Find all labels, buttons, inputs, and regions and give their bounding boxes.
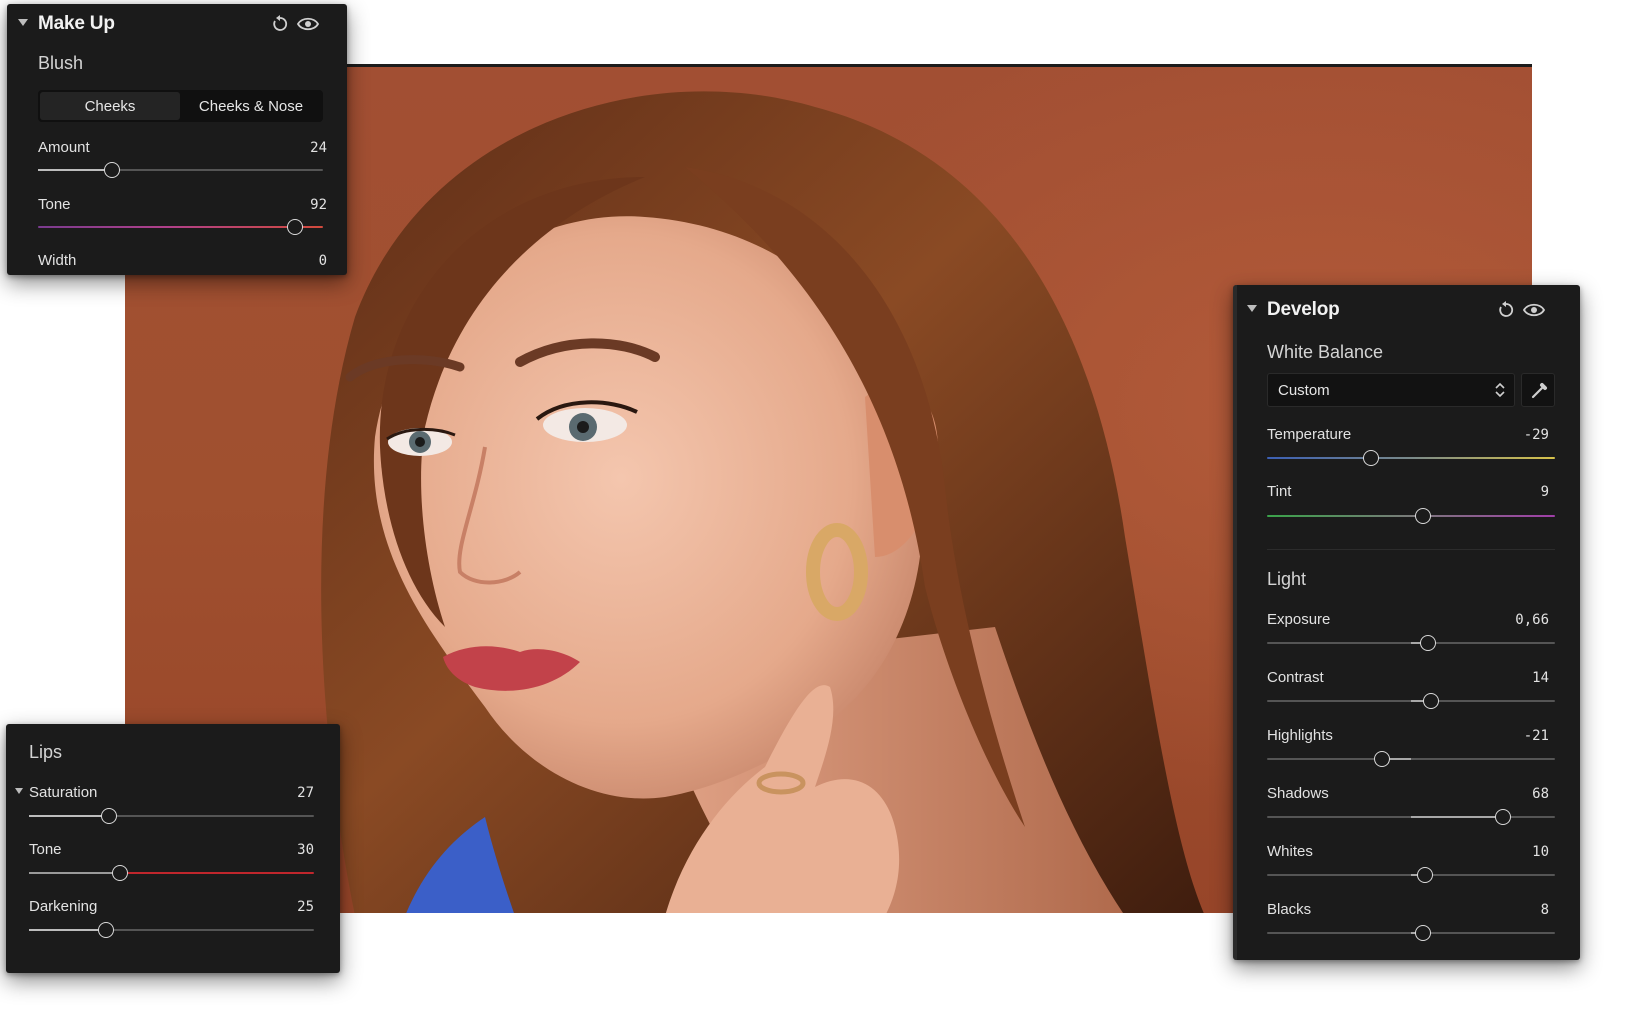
slider-label-highlights: Highlights	[1267, 727, 1333, 744]
slider-thumb[interactable]	[97, 922, 114, 938]
develop-panel: Develop White Balance Custom Temperature…	[1233, 285, 1580, 960]
white-balance-select[interactable]: Custom	[1267, 373, 1515, 407]
slider-label-exposure: Exposure	[1267, 611, 1331, 628]
slider-thumb[interactable]	[286, 219, 303, 235]
slider-thumb[interactable]	[1417, 867, 1434, 883]
section-title-blush: Blush	[38, 53, 84, 73]
slider-value-tint[interactable]: 9	[1541, 484, 1549, 500]
slider-thumb[interactable]	[1374, 751, 1391, 767]
section-divider	[1267, 549, 1555, 550]
slider-fill	[29, 872, 121, 874]
slider-label-blacks: Blacks	[1267, 901, 1312, 918]
slider-value-width[interactable]: 0	[319, 253, 327, 269]
section-title-lips: Lips	[29, 742, 63, 762]
tab-label: Cheeks	[84, 97, 136, 115]
slider-fill	[29, 929, 106, 931]
slider-value-exposure[interactable]: 0,66	[1515, 612, 1549, 628]
slider-label-width: Width	[38, 252, 77, 269]
section-title-white-balance: White Balance	[1267, 342, 1384, 362]
slider-value-saturation[interactable]: 27	[297, 785, 314, 801]
slider-track-highlights[interactable]	[1267, 758, 1555, 760]
slider-label-saturation: Saturation	[29, 784, 98, 801]
slider-value-tone[interactable]: 92	[310, 197, 327, 213]
slider-label-shadows: Shadows	[1267, 785, 1329, 802]
slider-track-tint[interactable]	[1267, 515, 1555, 517]
slider-thumb[interactable]	[1362, 450, 1379, 466]
slider-label-temperature: Temperature	[1267, 426, 1352, 443]
slider-label-contrast: Contrast	[1267, 669, 1324, 686]
eyedropper-button[interactable]	[1521, 373, 1555, 407]
chevron-up-down-icon	[1495, 382, 1505, 398]
makeup-header: Make Up	[7, 4, 347, 44]
slider-value-blacks[interactable]: 8	[1541, 902, 1549, 918]
slider-value-shadows[interactable]: 68	[1532, 786, 1549, 802]
slider-value-darkening[interactable]: 25	[297, 899, 314, 915]
slider-value-temperature[interactable]: -29	[1524, 427, 1549, 443]
slider-label-amount: Amount	[38, 139, 90, 156]
collapse-caret-icon[interactable]	[18, 19, 28, 26]
slider-thumb[interactable]	[1423, 693, 1440, 709]
section-title-light: Light	[1267, 569, 1307, 589]
lips-panel: Lips Saturation 27 Tone 30 Darkening 25	[6, 724, 340, 973]
develop-header: Develop	[1237, 285, 1580, 325]
eyedropper-icon	[1531, 383, 1547, 399]
visibility-eye-icon[interactable]	[297, 13, 319, 35]
slider-label-tone: Tone	[38, 196, 71, 213]
tab-label: Cheeks & Nose	[198, 97, 304, 115]
white-balance-value: Custom	[1278, 382, 1330, 399]
slider-value-lips-tone[interactable]: 30	[297, 842, 314, 858]
slider-label-darkening: Darkening	[29, 898, 98, 915]
reset-icon[interactable]	[269, 13, 291, 35]
blush-area-segmented: Cheeks Cheeks & Nose	[38, 90, 323, 122]
slider-thumb[interactable]	[1495, 809, 1512, 825]
slider-fill	[29, 815, 109, 817]
slider-value-highlights[interactable]: -21	[1524, 728, 1549, 744]
slider-thumb[interactable]	[112, 865, 129, 881]
slider-track-temperature[interactable]	[1267, 457, 1555, 459]
slider-thumb[interactable]	[100, 808, 117, 824]
slider-fill	[1411, 816, 1504, 818]
slider-fill	[38, 169, 113, 171]
slider-track-blush-tone[interactable]	[38, 226, 323, 228]
slider-label-whites: Whites	[1267, 843, 1313, 860]
panel-title: Develop	[1267, 299, 1340, 320]
collapse-caret-icon[interactable]	[1247, 305, 1257, 312]
visibility-eye-icon[interactable]	[1523, 299, 1545, 321]
tab-cheeks-and-nose[interactable]: Cheeks & Nose	[181, 92, 321, 120]
slider-value-amount[interactable]: 24	[310, 140, 327, 156]
slider-thumb[interactable]	[104, 162, 121, 178]
collapse-caret-icon[interactable]	[15, 788, 23, 794]
slider-value-whites[interactable]: 10	[1532, 844, 1549, 860]
slider-thumb[interactable]	[1414, 508, 1431, 524]
panel-title: Make Up	[38, 13, 115, 34]
slider-value-contrast[interactable]: 14	[1532, 670, 1549, 686]
reset-icon[interactable]	[1495, 299, 1517, 321]
makeup-panel: Make Up Blush Cheeks Cheeks & Nose Amoun…	[7, 4, 347, 275]
slider-thumb[interactable]	[1414, 925, 1431, 941]
slider-label-lips-tone: Tone	[29, 841, 62, 858]
tab-cheeks[interactable]: Cheeks	[40, 92, 180, 120]
slider-thumb[interactable]	[1420, 635, 1437, 651]
slider-label-tint: Tint	[1267, 483, 1292, 500]
